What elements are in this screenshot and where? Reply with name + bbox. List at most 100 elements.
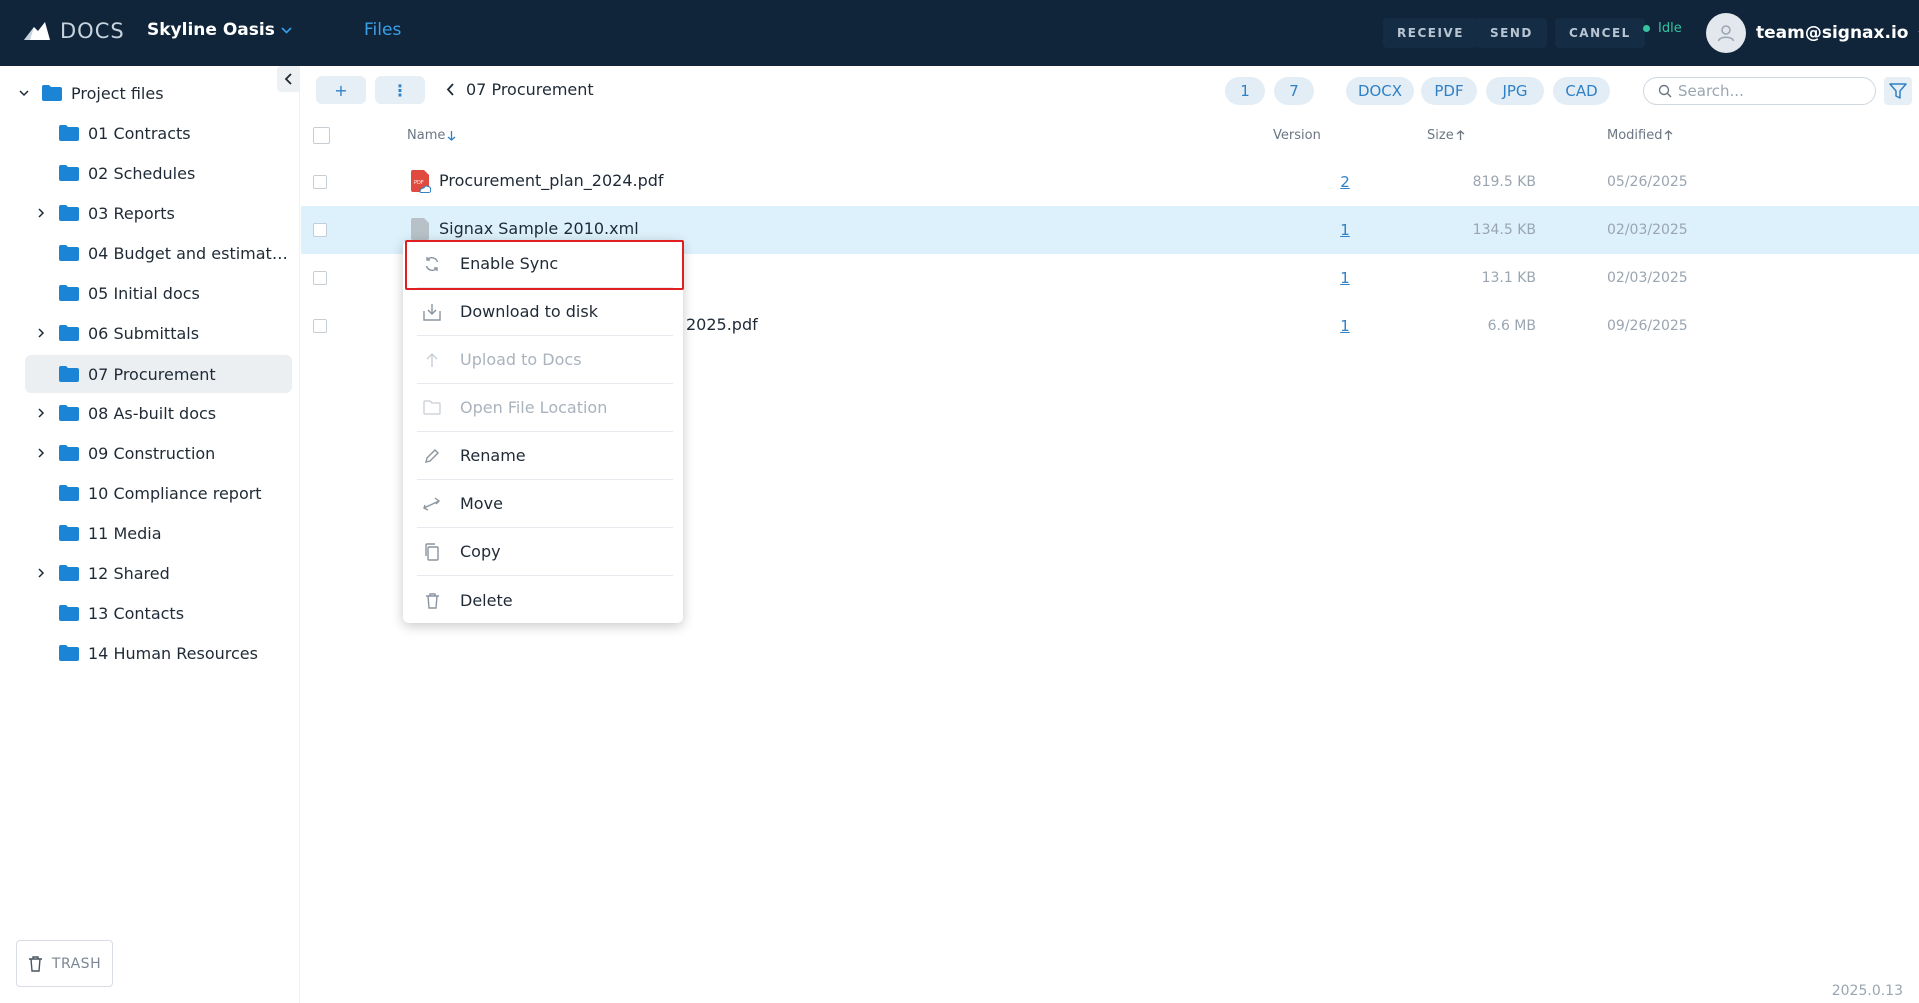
avatar [1706,13,1746,53]
row-checkbox[interactable] [313,271,327,285]
menu-item-download[interactable]: Download to disk [417,288,673,336]
filter-chip-cad[interactable]: CAD [1553,77,1610,105]
tree-root-project-files[interactable]: Project files [12,74,292,112]
search-input[interactable] [1678,82,1858,100]
sidebar-item-14-human-resources[interactable]: 14 Human Resources [25,634,292,672]
sidebar-item-09-construction[interactable]: 09 Construction [25,434,292,472]
sidebar-item-label: 02 Schedules [88,163,196,183]
filter-chip-docx[interactable]: DOCX [1346,77,1414,105]
sidebar-item-04-budget-and-estimates[interactable]: 04 Budget and estimates [25,234,292,272]
sidebar-item-label: 08 As-built docs [88,403,217,423]
menu-item-rename[interactable]: Rename [417,432,673,480]
breadcrumb-current: 07 Procurement [466,80,594,99]
file-size: 13.1 KB [1481,270,1536,286]
sidebar-item-13-contacts[interactable]: 13 Contacts [25,594,292,632]
row-checkbox[interactable] [313,175,327,189]
sidebar-item-label: 09 Construction [88,443,216,463]
nav-files-tab[interactable]: Files [364,20,401,40]
modified-date: 09/26/2025 [1607,318,1688,334]
count-chip[interactable]: 1 [1225,77,1265,105]
user-icon [1717,25,1735,42]
table-row[interactable]: PDF Procurement_plan_2024.pdf 2 819.5 KB… [301,158,1919,206]
sidebar-item-10-compliance-report[interactable]: 10 Compliance report [25,474,292,512]
sort-down-icon [447,131,456,141]
menu-item-enable-sync[interactable]: Enable Sync [417,240,673,288]
sidebar-item-01-contracts[interactable]: 01 Contracts [25,114,292,152]
version-link[interactable]: 1 [1335,317,1355,335]
folder-icon [59,485,79,501]
logo-text: DOCS [60,19,125,43]
row-checkbox[interactable] [313,223,327,237]
file-icon [411,218,429,240]
chevron-right-icon[interactable] [35,567,47,579]
sidebar-item-08-as-built-docs[interactable]: 08 As-built docs [25,394,292,432]
trash-icon [422,590,442,610]
count-chip[interactable]: 7 [1274,77,1314,105]
chevron-right-icon[interactable] [35,207,47,219]
folder-icon [59,325,79,341]
menu-item-open-location[interactable]: Open File Location [417,384,673,432]
folder-icon [59,525,79,541]
add-button[interactable]: + [316,76,366,104]
column-size-label: Size [1427,128,1454,143]
move-arrows-icon [422,494,442,514]
menu-item-upload[interactable]: Upload to Docs [417,336,673,384]
mountain-logo-icon [24,22,50,40]
receive-button[interactable]: RECEIVE [1383,18,1478,48]
column-header-size[interactable]: Size [1427,128,1465,143]
sidebar-item-05-initial-docs[interactable]: 05 Initial docs [25,274,292,312]
sidebar-item-07-procurement[interactable]: 07 Procurement [25,355,292,393]
sidebar-item-02-schedules[interactable]: 02 Schedules [25,154,292,192]
pencil-icon [422,446,442,466]
sidebar-item-03-reports[interactable]: 03 Reports [25,194,292,232]
modified-date: 02/03/2025 [1607,270,1688,286]
folder-icon [59,205,79,221]
select-all-checkbox[interactable] [313,127,330,144]
version-link[interactable]: 2 [1335,173,1355,191]
trash-button[interactable]: TRASH [16,940,113,987]
version-link[interactable]: 1 [1335,269,1355,287]
folder-icon [59,366,79,382]
menu-item-label: Move [460,494,503,513]
version-link[interactable]: 1 [1335,221,1355,239]
folder-icon [59,125,79,141]
row-checkbox[interactable] [313,319,327,333]
app-logo[interactable]: DOCS [24,19,125,43]
chevron-left-icon[interactable] [446,83,454,96]
filter-chip-pdf[interactable]: PDF [1421,77,1477,105]
chevron-right-icon[interactable] [35,327,47,339]
sidebar-item-label: 11 Media [88,523,162,543]
chevron-right-icon[interactable] [35,407,47,419]
menu-item-label: Open File Location [460,398,608,417]
sidebar-item-06-submittals[interactable]: 06 Submittals [25,314,292,352]
chevron-right-icon[interactable] [35,447,47,459]
menu-item-label: Enable Sync [460,254,559,273]
user-email: team@signax.io [1756,23,1909,43]
column-header-version[interactable]: Version [1273,128,1321,143]
sidebar-item-11-media[interactable]: 11 Media [25,514,292,552]
svg-text:PDF: PDF [414,180,424,186]
sidebar-item-12-shared[interactable]: 12 Shared [25,554,292,592]
sidebar-item-label: 12 Shared [88,563,170,583]
filter-chip-jpg[interactable]: JPG [1486,77,1544,105]
send-button[interactable]: SEND [1476,18,1547,48]
project-name: Skyline Oasis [147,20,275,40]
menu-item-move[interactable]: Move [417,480,673,528]
sort-up-icon [1456,130,1465,140]
file-name[interactable]: Procurement_plan_2024.pdf [439,171,664,190]
menu-item-copy[interactable]: Copy [417,528,673,576]
sync-icon [422,254,442,274]
sidebar-item-label: 01 Contracts [88,123,191,143]
filter-button[interactable] [1884,77,1912,105]
user-menu[interactable]: team@signax.io [1706,10,1919,56]
column-header-modified[interactable]: Modified [1607,128,1673,143]
column-header-name[interactable]: Name [407,128,456,143]
more-actions-button[interactable]: ⋮ [375,76,425,104]
file-name[interactable]: Signax Sample 2010.xml [439,219,639,238]
file-name[interactable]: 2025.pdf [686,315,758,334]
project-selector[interactable]: Skyline Oasis [147,20,292,40]
chevron-down-icon[interactable] [18,87,30,99]
menu-item-delete[interactable]: Delete [417,576,673,624]
folder-icon [59,245,79,261]
cancel-button[interactable]: CANCEL [1555,18,1645,48]
